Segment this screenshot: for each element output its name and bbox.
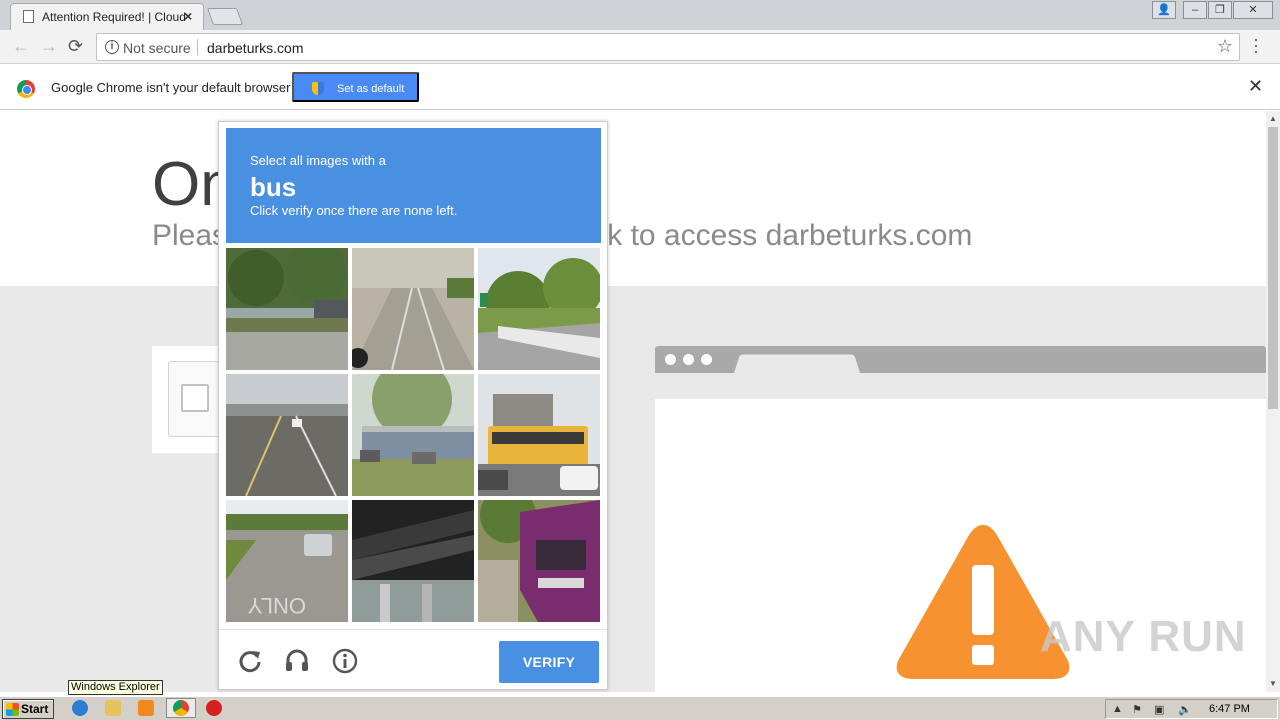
verify-button[interactable]: VERIFY — [499, 641, 599, 683]
scroll-thumb[interactable] — [1268, 127, 1278, 409]
scroll-down-icon[interactable]: ▼ — [1269, 679, 1277, 688]
page-icon — [23, 10, 34, 23]
illustration-tab — [733, 354, 861, 374]
taskbar-tooltip: Windows Explorer — [68, 680, 163, 695]
image-grid: ONLY — [226, 248, 601, 623]
windows-explorer-icon[interactable] — [105, 700, 121, 716]
security-alert-icon[interactable] — [206, 700, 222, 716]
image-tile[interactable] — [352, 248, 474, 370]
svg-text:ONLY: ONLY — [247, 593, 306, 618]
infobar-message: Google Chrome isn't your default browser — [51, 80, 291, 95]
chrome-logo-icon — [17, 80, 35, 98]
image-tile[interactable] — [478, 374, 600, 496]
address-bar[interactable]: i Not secure darbeturks.com ☆ — [96, 33, 1240, 61]
image-tile[interactable] — [352, 500, 474, 622]
flag-icon[interactable]: ⚑ — [1132, 703, 1142, 716]
set-default-label: Set as default — [337, 83, 405, 95]
challenge-instruction: Select all images with a — [250, 153, 386, 168]
url-text[interactable]: darbeturks.com — [207, 40, 303, 56]
taskbar-clock[interactable]: 6:47 PM — [1209, 703, 1250, 715]
challenge-footer: VERIFY — [219, 629, 607, 690]
challenge-header: Select all images with a bus Click verif… — [226, 128, 601, 243]
anyrun-watermark: ANY RUN — [1040, 612, 1247, 661]
start-button[interactable]: Start — [2, 699, 54, 719]
image-tile[interactable] — [478, 500, 600, 622]
image-tile[interactable] — [226, 374, 348, 496]
media-player-icon[interactable] — [138, 700, 154, 716]
reload-challenge-icon[interactable] — [237, 648, 263, 674]
page-content: One more step Please complete the securi… — [0, 111, 1266, 692]
image-tile[interactable] — [226, 248, 348, 370]
bookmark-star-icon[interactable]: ☆ — [1217, 36, 1233, 57]
challenge-target: bus — [250, 172, 297, 202]
back-arrow-icon[interactable]: ← — [12, 36, 30, 57]
tab-close-icon[interactable]: × — [184, 8, 192, 24]
profile-icon[interactable]: 👤 — [1152, 1, 1176, 19]
restore-button[interactable]: ❐ — [1208, 1, 1232, 19]
audio-challenge-icon[interactable] — [284, 648, 310, 674]
default-browser-infobar: Google Chrome isn't your default browser… — [0, 65, 1280, 110]
info-icon[interactable]: i — [105, 40, 119, 54]
image-tile[interactable]: ONLY — [226, 500, 348, 622]
captcha-checkbox[interactable] — [181, 384, 209, 412]
tab-strip: Attention Required! | Cloudflare × 👤 – ❐… — [0, 0, 1280, 30]
illustration-titlebar — [655, 346, 1266, 374]
image-tile[interactable] — [352, 374, 474, 496]
network-icon[interactable]: ▣ — [1154, 703, 1164, 716]
windows-logo-icon — [6, 703, 19, 716]
window-close-button[interactable]: ✕ — [1233, 1, 1273, 19]
start-label: Start — [21, 702, 49, 716]
menu-dots-icon[interactable]: · · · — [1252, 30, 1260, 60]
chrome-icon — [173, 700, 189, 716]
volume-icon[interactable]: 🔈 — [1178, 703, 1192, 716]
tab-title: Attention Required! | Cloudflare — [42, 10, 186, 24]
internet-explorer-icon[interactable] — [72, 700, 88, 716]
new-tab-button[interactable] — [206, 8, 244, 25]
security-indicator[interactable]: Not secure — [123, 40, 191, 56]
forward-arrow-icon[interactable]: → — [40, 36, 58, 57]
shield-icon — [312, 82, 324, 95]
illustration-dot — [665, 354, 676, 365]
info-icon[interactable] — [332, 648, 358, 674]
browser-tab[interactable]: Attention Required! | Cloudflare × — [10, 3, 204, 30]
minimize-button[interactable]: – — [1183, 1, 1207, 19]
windows-taskbar: Start ▲ ⚑ ▣ 🔈 6:47 PM — [0, 696, 1280, 720]
set-as-default-button[interactable]: Set as default — [292, 72, 419, 102]
challenge-hint: Click verify once there are none left. — [250, 203, 458, 218]
reload-icon[interactable]: ⟳ — [68, 36, 83, 57]
system-tray: ▲ ⚑ ▣ 🔈 6:47 PM — [1105, 699, 1278, 719]
scroll-up-icon[interactable]: ▲ — [1269, 114, 1277, 123]
recaptcha-challenge: Select all images with a bus Click verif… — [218, 121, 608, 690]
browser-toolbar: ← → ⟳ i Not secure darbeturks.com ☆ · · · — [0, 30, 1280, 64]
image-tile[interactable] — [478, 248, 600, 370]
infobar-close-icon[interactable]: ✕ — [1248, 76, 1263, 97]
page-header: One more step Please complete the securi… — [0, 111, 1266, 286]
page-scrollbar[interactable]: ▲ ▼ — [1266, 111, 1280, 692]
illustration-dot — [683, 354, 694, 365]
illustration-dot — [701, 354, 712, 365]
tray-expand-icon[interactable]: ▲ — [1112, 703, 1123, 715]
omnibox-divider — [197, 39, 198, 55]
